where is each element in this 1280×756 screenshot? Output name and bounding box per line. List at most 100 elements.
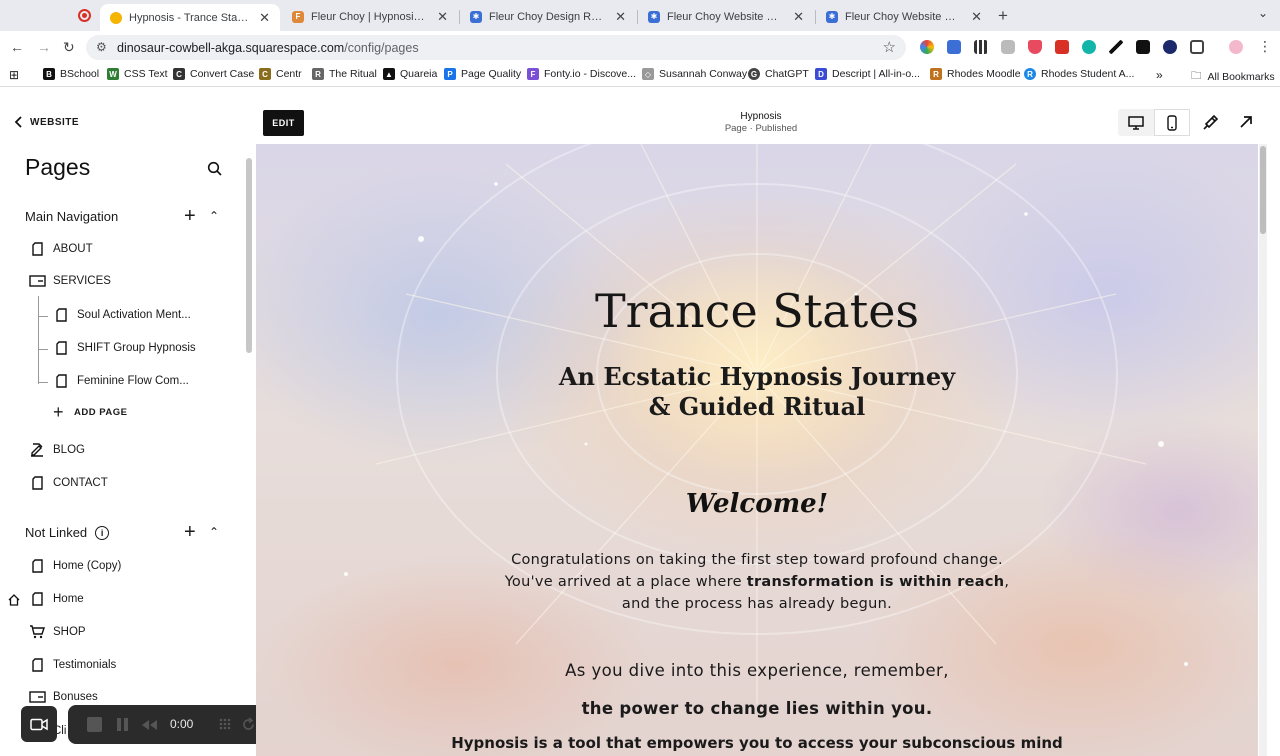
bookmark-rhodes-student[interactable]: R Rhodes Student A... [1024,68,1134,80]
browser-tab-website-refresh-1[interactable]: ✱ Fleur Choy Website Refresh ✕ [638,4,814,29]
page-item-feminine-flow[interactable]: Feminine Flow Com... [52,374,189,388]
chevron-up-icon[interactable]: ⌃ [209,525,219,539]
pause-icon[interactable] [116,717,130,737]
apps-icon[interactable]: ⊞ [9,68,19,82]
rhodes-student-icon: R [1024,68,1036,80]
page-item-soul-activation[interactable]: Soul Activation Ment... [52,308,191,322]
apps-grid-icon[interactable] [974,40,988,54]
bookmark-descript[interactable]: D Descript | All-in-o... [815,68,920,80]
mobile-view-button[interactable] [1154,109,1190,136]
page-item-about[interactable]: ABOUT [28,242,93,256]
rewind-icon[interactable] [141,718,158,736]
page-item-contact[interactable]: CONTACT [28,476,108,490]
browser-tab-hypnosis[interactable]: Hypnosis - Trance State | Dis ✕ [100,4,280,31]
page-icon [28,658,46,672]
panel-scrollbar[interactable] [246,158,252,353]
bookmark-centr[interactable]: C Centr [259,68,302,80]
folder-icon: 🗀 [1191,70,1202,82]
close-tab-icon[interactable]: ✕ [437,9,448,25]
browser-tab-website-refresh-2[interactable]: ✱ Fleur Choy Website Refresh ✕ [816,4,992,29]
page-item-bonuses[interactable]: Bonuses [28,691,98,703]
add-page-button[interactable]: + ADD PAGE [53,403,127,421]
bookmark-the-ritual[interactable]: R The Ritual [312,68,377,80]
tab-title: Fleur Choy Design Refresh #1 [489,10,607,23]
close-tab-icon[interactable]: ✕ [615,9,626,25]
site-settings-icon[interactable]: ⚙ [96,40,107,54]
browser-tab-fleur-choy[interactable]: F Fleur Choy | Hypnosis & Soul ✕ [282,4,458,29]
open-external-arrow-icon[interactable] [1239,115,1253,134]
preview-scrollbar[interactable] [1259,144,1267,756]
new-tab-button[interactable]: + [998,6,1008,26]
bookmark-rhodes-moodle[interactable]: R Rhodes Moodle [930,68,1021,80]
circle-extension-icon[interactable] [1163,40,1177,54]
page-item-blog[interactable]: BLOG [28,443,85,457]
site-styles-brush-icon[interactable] [1202,114,1219,136]
close-tab-icon[interactable]: ✕ [971,9,982,25]
page-item-shift-group[interactable]: SHIFT Group Hypnosis [52,341,196,355]
info-icon[interactable]: i [95,525,110,540]
tab-search-chevron-icon[interactable]: ⌄ [1258,6,1268,20]
stop-icon[interactable] [87,717,102,732]
section-label: Not Linked [25,525,88,540]
browser-tab-design-refresh[interactable]: ✱ Fleur Choy Design Refresh #1 ✕ [460,4,636,29]
camera-extension-icon[interactable] [1001,40,1015,54]
close-tab-icon[interactable]: ✕ [259,10,270,26]
bookmark-label: ChatGPT [765,68,809,80]
welcome-heading: Welcome! [685,489,829,519]
drawing-grid-icon[interactable] [218,717,232,736]
tab-title: Hypnosis - Trance State | Dis [129,11,251,24]
bookmark-fonty[interactable]: F Fonty.io - Discove... [527,68,636,80]
add-icon[interactable]: + [184,206,196,226]
section-label: Main Navigation [25,209,119,224]
desktop-view-button[interactable] [1118,109,1154,136]
close-tab-icon[interactable]: ✕ [793,9,804,25]
restart-icon[interactable] [241,717,256,737]
back-to-website-link[interactable]: WEBSITE [14,116,79,128]
bookmark-star-icon[interactable]: ☆ [883,38,896,56]
profile-avatar[interactable] [1229,40,1243,54]
page-item-home[interactable]: Home [28,592,84,606]
reload-icon[interactable]: ↻ [63,39,75,56]
page-item-home-copy[interactable]: Home (Copy) [28,559,121,573]
page-label: Testimonials [53,659,117,671]
forward-arrow-icon[interactable]: → [37,39,51,55]
puzzle-extensions-icon[interactable] [1190,40,1204,54]
all-bookmarks-folder[interactable]: 🗀 All Bookmarks [1191,68,1275,86]
bookmark-quareia[interactable]: ▲ Quareia [383,68,437,80]
bookmark-chatgpt[interactable]: G ChatGPT [748,68,809,80]
squarespace-extension-icon[interactable] [947,40,961,54]
search-icon[interactable] [207,161,223,182]
add-icon[interactable]: + [184,522,196,542]
bookmark-bschool[interactable]: B BSchool [43,68,99,80]
page-icon [52,308,70,322]
bookmark-css-text[interactable]: W CSS Text [107,68,168,80]
pocket-icon[interactable] [1028,40,1042,54]
site-favicon-icon: ✱ [470,10,482,23]
page-item-testimonials[interactable]: Testimonials [28,658,116,672]
calendar-extension-icon[interactable] [1055,40,1069,54]
chevron-up-icon[interactable]: ⌃ [209,209,219,223]
camera-toggle-button[interactable] [21,706,57,742]
font-extension-icon[interactable] [1136,40,1150,54]
bookmark-convert-case[interactable]: C Convert Case [173,68,254,80]
back-arrow-icon[interactable]: ← [10,39,24,55]
bookmark-label: Convert Case [190,68,255,80]
url-text[interactable]: dinosaur-cowbell-akga.squarespace.com/co… [117,41,419,55]
descript-icon: D [815,68,827,80]
page-icon [28,242,46,256]
more-bookmarks-chevron-icon[interactable]: » [1156,68,1163,82]
page-label: BLOG [53,444,85,456]
page-preview[interactable]: Trance States An Ecstatic Hypnosis Journ… [256,144,1258,756]
bookmarks-bar: ⊞ B BSchool W CSS Text C Convert Case C Cent… [0,63,1280,87]
remember-line: As you dive into this experience, rememb… [565,661,949,680]
color-extension-icon[interactable] [920,40,934,54]
address-bar[interactable]: ⚙ dinosaur-cowbell-akga.squarespace.com/… [86,35,906,60]
page-item-shop[interactable]: SHOP [28,625,86,639]
screen-recording-icon[interactable] [78,9,91,22]
page-item-services[interactable]: SERVICES [28,275,111,287]
eyedropper-icon[interactable] [1109,40,1123,54]
bookmark-page-quality[interactable]: P Page Quality [444,68,521,80]
teal-extension-icon[interactable] [1082,40,1096,54]
bookmark-susannah-conway[interactable]: ◇ Susannah Conway [642,68,747,80]
browser-menu-icon[interactable]: ⋮ [1258,38,1272,55]
